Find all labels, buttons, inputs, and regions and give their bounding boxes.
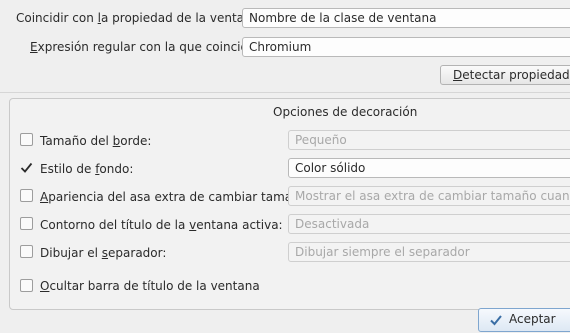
label-text: a propiedad de la ventana: <box>101 11 263 25</box>
label-mnemonic: E <box>30 40 38 54</box>
label-mnemonic: A <box>40 190 49 204</box>
property-select-value: Nombre de la clase de ventana <box>249 11 437 25</box>
select-value: Mostrar el asa extra de cambiar tamaño c… <box>295 189 570 203</box>
label-text: eparador: <box>108 246 167 260</box>
label-text: Tamaño del <box>40 134 113 148</box>
group-title: Opciones de decoración <box>273 105 418 119</box>
regex-input-value: Chromium <box>249 40 312 54</box>
label-text: orde: <box>120 134 152 148</box>
background-style-select[interactable]: Color sólido <box>288 158 570 178</box>
regex-input[interactable]: Chromium <box>242 37 570 57</box>
label-text: Estilo de <box>40 162 96 176</box>
resize-handle-label[interactable]: Apariencia del asa extra de cambiar tama… <box>40 190 311 204</box>
label-text: Coincidir con <box>16 11 98 25</box>
button-mnemonic: D <box>453 68 463 82</box>
active-window-outline-select[interactable]: Desactivada <box>288 214 570 234</box>
separator-select[interactable]: Dibujar siempre el separador <box>288 242 570 262</box>
property-match-label: Coincidir con la propiedad de la ventana… <box>16 11 263 25</box>
label-text: Contorno del título de la <box>40 218 190 232</box>
active-window-outline-label[interactable]: Contorno del título de la ventana activa… <box>40 218 283 232</box>
background-style-checkbox[interactable] <box>20 161 33 174</box>
regex-label: Expresión regular con la que coincidir: <box>30 40 260 54</box>
label-text: ondo: <box>99 162 134 176</box>
hide-titlebar-checkbox[interactable] <box>20 279 33 292</box>
select-value: Desactivada <box>295 217 370 231</box>
label-text: pariencia del asa extra de cambiar tamañ… <box>48 190 312 204</box>
accept-button-label: Aceptar <box>509 312 556 326</box>
label-text: cultar barra de título de la ventana <box>49 279 260 293</box>
select-value: Color sólido <box>295 161 366 175</box>
separator-label[interactable]: Dibujar el separador: <box>40 246 166 260</box>
checkmark-icon <box>489 313 503 333</box>
resize-handle-select[interactable]: Mostrar el asa extra de cambiar tamaño c… <box>288 186 570 206</box>
active-window-outline-checkbox[interactable] <box>20 217 33 230</box>
border-size-label[interactable]: Tamaño del borde: <box>40 134 151 148</box>
select-value: Dibujar siempre el separador <box>295 245 470 259</box>
border-size-checkbox[interactable] <box>20 133 33 146</box>
label-text: xpresión regular con la que coincidir: <box>37 40 261 54</box>
property-select[interactable]: Nombre de la clase de ventana <box>242 8 570 28</box>
border-size-select[interactable]: Pequeño <box>288 130 570 150</box>
resize-handle-checkbox[interactable] <box>20 189 33 202</box>
label-text: Dibujar el <box>40 246 102 260</box>
select-value: Pequeño <box>295 133 347 147</box>
background-style-label[interactable]: Estilo de fondo: <box>40 162 133 176</box>
checkmark-icon <box>20 162 33 173</box>
detect-properties-button[interactable]: Detectar propiedades <box>440 65 570 85</box>
separator-checkbox[interactable] <box>20 245 33 258</box>
accept-button[interactable]: Aceptar <box>478 308 570 332</box>
separator <box>0 92 570 93</box>
button-text: etectar propiedades <box>462 68 570 82</box>
hide-titlebar-label[interactable]: Ocultar barra de título de la ventana <box>40 279 260 293</box>
label-text: entana activa: <box>196 218 283 232</box>
